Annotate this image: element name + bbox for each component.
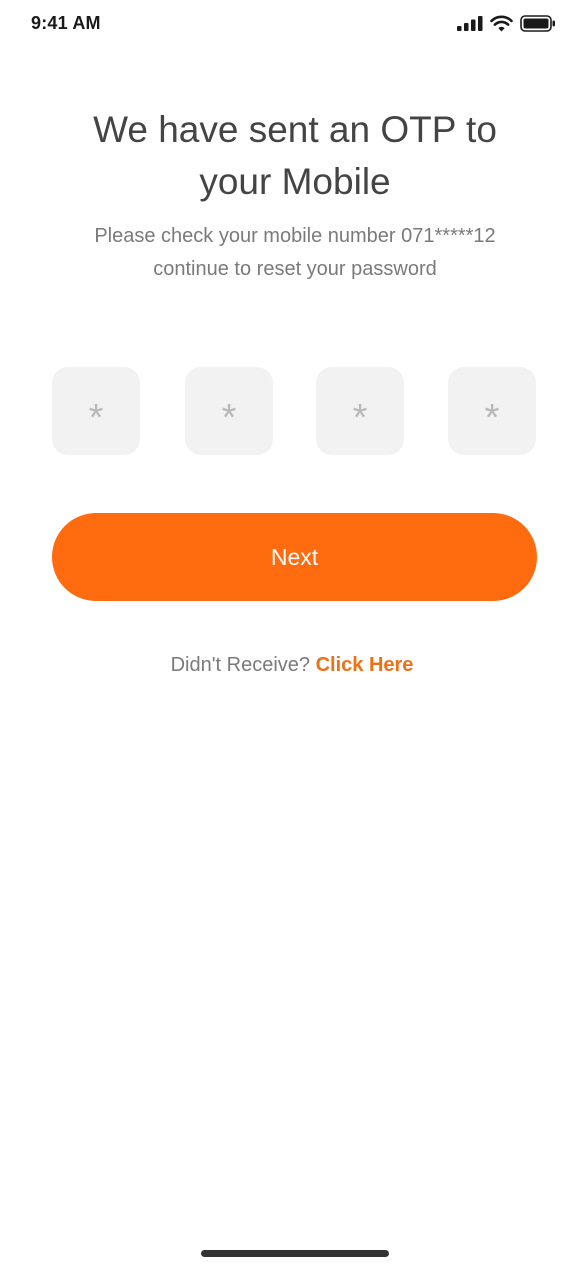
wifi-icon: [490, 14, 513, 32]
otp-digit-4[interactable]: *: [448, 367, 536, 455]
battery-icon: [520, 14, 556, 32]
otp-digit-3-value: *: [352, 397, 368, 439]
resend-link[interactable]: Click Here: [316, 654, 414, 676]
resend-row: Didn't Receive? Click Here: [0, 654, 584, 677]
status-bar: 9:41 AM: [0, 0, 584, 48]
otp-digit-3[interactable]: *: [316, 367, 404, 455]
page-title: We have sent an OTP to your Mobile: [40, 104, 550, 208]
next-button[interactable]: Next: [52, 513, 537, 601]
subtitle-line-2: continue to reset your password: [153, 258, 437, 280]
title-line-2: your Mobile: [199, 161, 391, 202]
otp-digit-4-value: *: [484, 397, 500, 439]
otp-digit-2[interactable]: *: [185, 367, 273, 455]
subtitle-line-1: Please check your mobile number 071*****…: [94, 225, 496, 247]
otp-digit-2-value: *: [221, 397, 237, 439]
status-icons: [457, 13, 556, 33]
otp-digit-1-value: *: [88, 397, 104, 439]
resend-prompt: Didn't Receive?: [170, 654, 316, 676]
title-line-1: We have sent an OTP to: [93, 109, 497, 150]
home-indicator[interactable]: [201, 1250, 389, 1257]
status-time: 9:41 AM: [31, 13, 101, 33]
otp-digit-1[interactable]: *: [52, 367, 140, 455]
signal-icon: [457, 15, 483, 31]
page-subtitle: Please check your mobile number 071*****…: [40, 220, 550, 286]
